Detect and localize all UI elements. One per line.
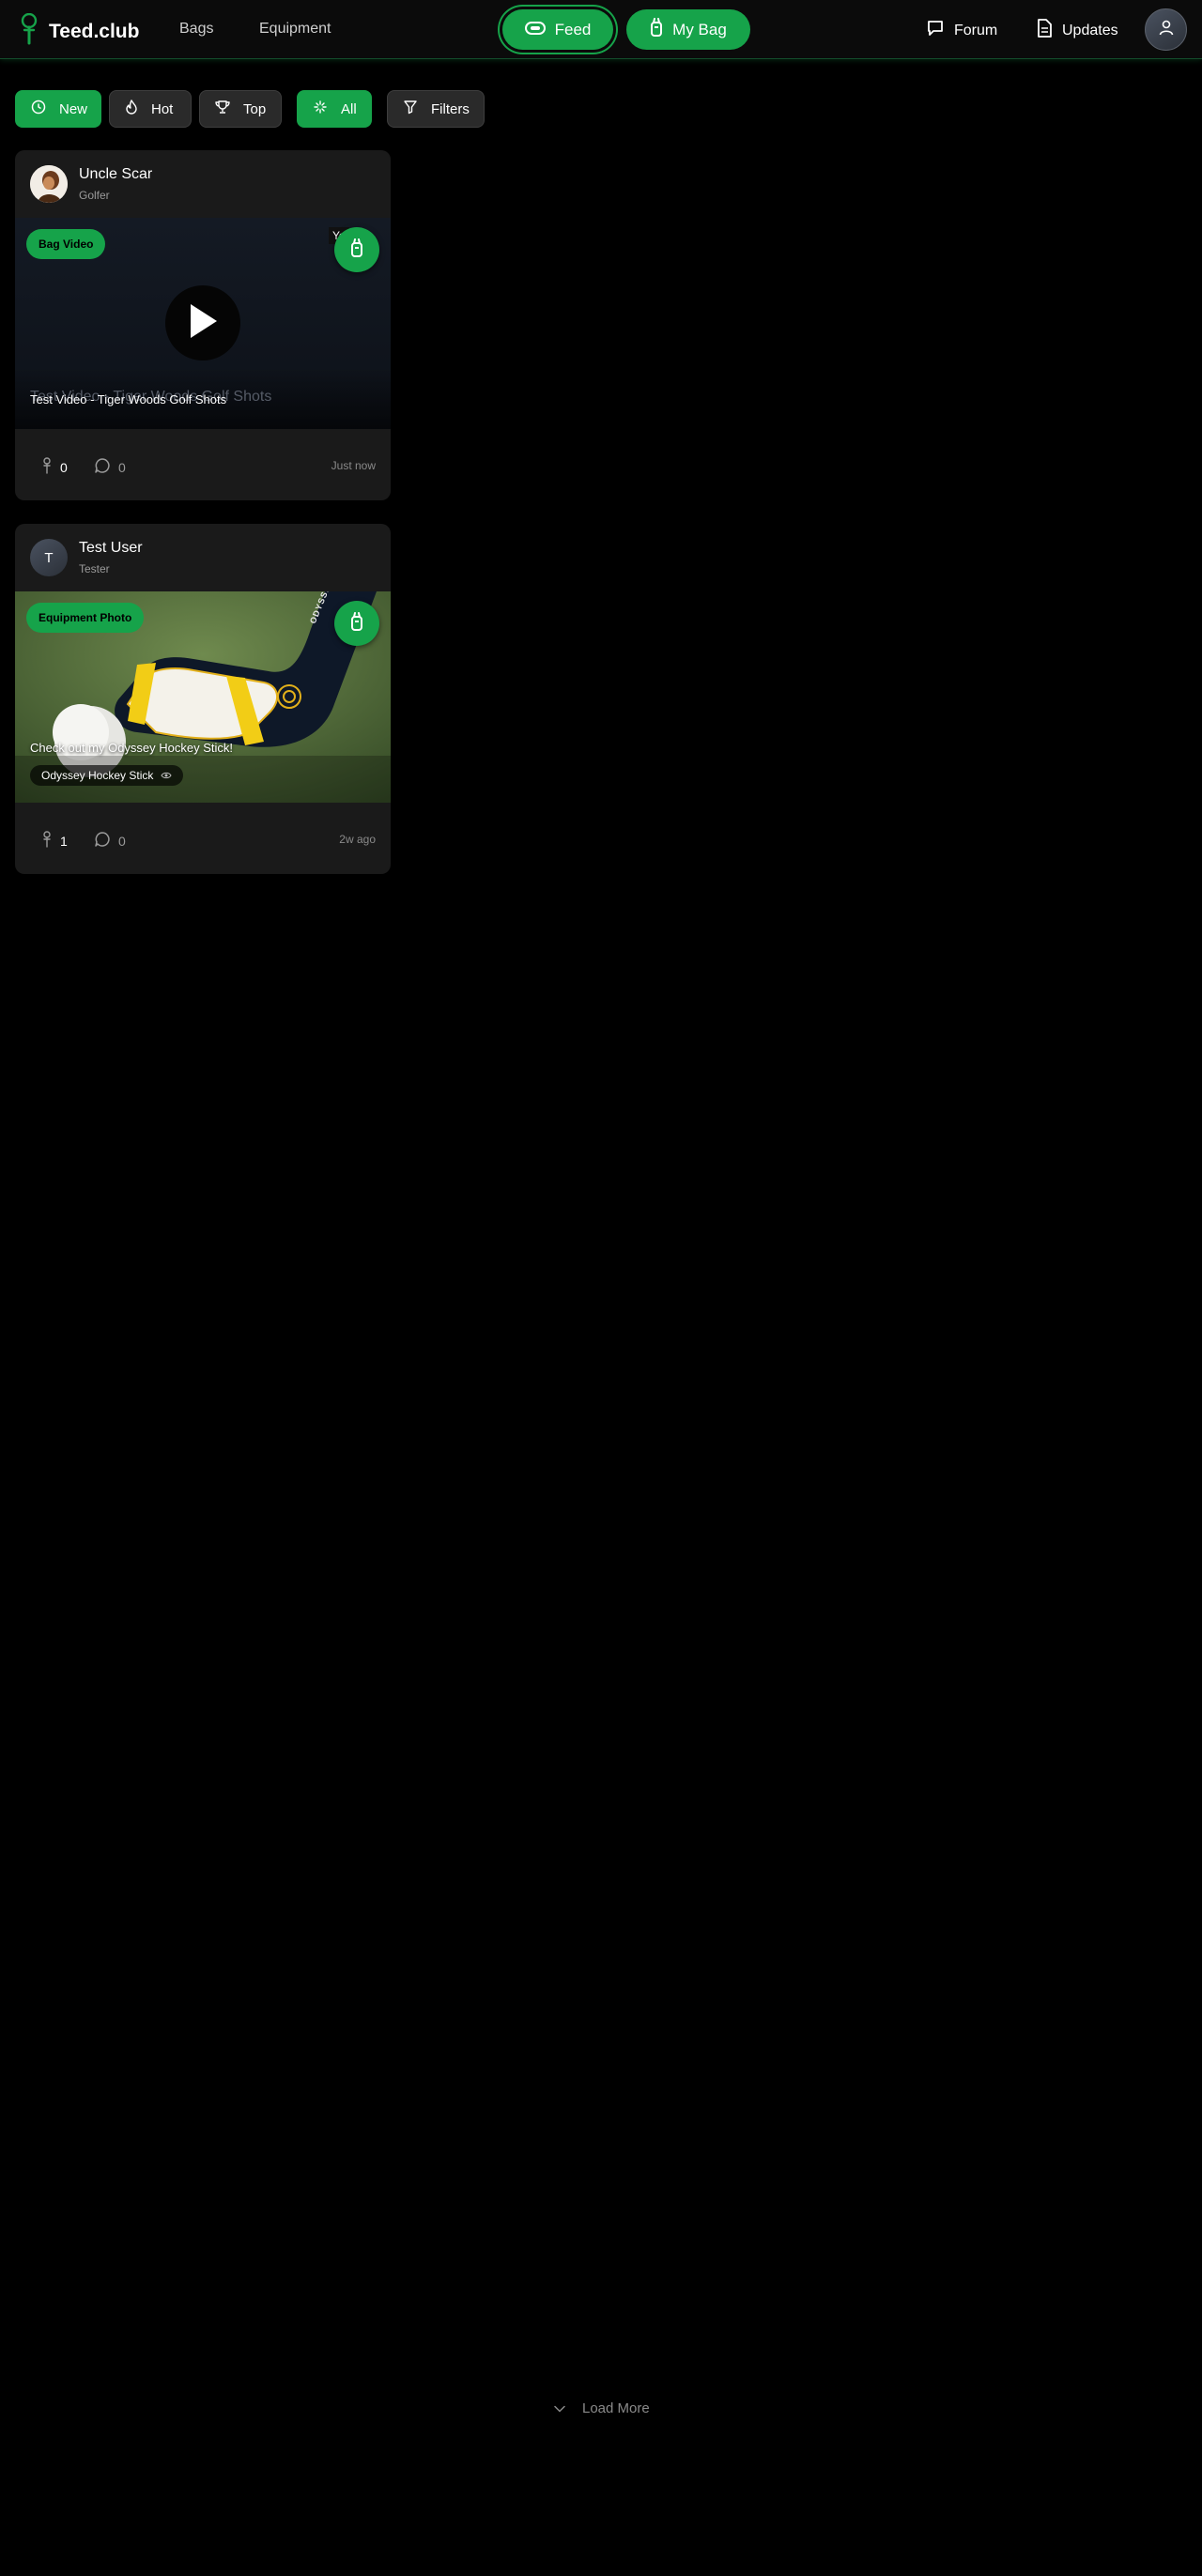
card-header: T Test User Tester: [15, 524, 391, 591]
comment-count: 0: [118, 459, 126, 475]
equipment-tag[interactable]: Odyssey Hockey Stick: [30, 765, 184, 786]
filter-all-button[interactable]: All: [297, 90, 372, 128]
tee-like-button[interactable]: 1: [41, 831, 68, 851]
post-type-badge: Bag Video: [26, 229, 106, 259]
card-footer: 1 0 2w ago: [15, 803, 391, 874]
my-bag-label: My Bag: [672, 20, 727, 38]
logo[interactable]: Teed.club: [19, 12, 140, 50]
like-count: 1: [60, 833, 68, 849]
nav-equipment[interactable]: Equipment: [259, 21, 331, 38]
feed-card[interactable]: T Test User Tester ODYSSEY Equipment Pho…: [15, 524, 391, 874]
feed-button[interactable]: Feed: [502, 9, 613, 50]
chevron-down-icon: [554, 2400, 565, 2416]
avatar-initial: T: [44, 549, 54, 566]
avatar[interactable]: T: [30, 539, 68, 576]
video-thumbnail[interactable]: Yo Bag Video Test Video - Tiger Woods Go…: [15, 218, 391, 429]
feed-label: Feed: [554, 20, 592, 38]
tee-logo-icon: [19, 12, 39, 50]
sort-new-button[interactable]: New: [15, 90, 101, 128]
sort-new-label: New: [59, 100, 88, 117]
sparkle-icon: [313, 100, 328, 118]
add-to-bag-button[interactable]: [334, 227, 379, 272]
card-footer: 0 0 Just now: [15, 429, 391, 500]
comment-count: 0: [118, 833, 126, 849]
user-name[interactable]: Test User: [79, 540, 143, 557]
sort-hot-button[interactable]: Hot: [109, 90, 192, 128]
equipment-tag-label: Odyssey Hockey Stick: [41, 769, 154, 782]
chat-bubble-icon: [926, 19, 945, 42]
post-time: 2w ago: [339, 833, 376, 846]
feed-card[interactable]: Uncle Scar Golfer Yo Bag Video Test Vide…: [15, 150, 391, 500]
filters-label: Filters: [431, 100, 470, 117]
tee-icon: [41, 457, 53, 477]
tee-icon: [41, 831, 53, 851]
equipment-photo[interactable]: ODYSSEY Equipment Photo Check out my Ody…: [15, 591, 391, 803]
load-more-button[interactable]: Load More: [554, 2400, 650, 2416]
funnel-icon: [403, 100, 418, 118]
comment-icon: [94, 457, 111, 477]
post-time: Just now: [331, 459, 376, 472]
top-nav: Teed.club Bags Equipment Feed My Bag For…: [0, 0, 1202, 59]
play-icon: [187, 302, 219, 345]
comment-button[interactable]: 0: [94, 457, 126, 477]
eye-icon: [161, 769, 172, 782]
play-button[interactable]: [165, 285, 240, 360]
profile-button[interactable]: [1145, 8, 1187, 51]
user-role: Tester: [79, 562, 110, 575]
clock-icon: [31, 100, 46, 118]
comment-button[interactable]: 0: [94, 831, 126, 851]
updates-label: Updates: [1062, 22, 1118, 38]
golf-bag-icon: [350, 238, 363, 262]
post-caption: Check out my Odyssey Hockey Stick!: [30, 741, 234, 755]
sort-hot-label: Hot: [151, 100, 174, 117]
logo-text: Teed.club: [49, 20, 140, 42]
filter-all-label: All: [341, 100, 357, 117]
nav-bags[interactable]: Bags: [179, 21, 213, 38]
user-icon: [1158, 19, 1175, 40]
feed-icon: [524, 21, 546, 39]
sort-top-label: Top: [243, 100, 267, 117]
user-name[interactable]: Uncle Scar: [79, 166, 152, 183]
trophy-icon: [215, 100, 230, 118]
comment-icon: [94, 831, 111, 851]
my-bag-button[interactable]: My Bag: [626, 9, 750, 50]
golf-bag-icon: [350, 611, 363, 636]
add-to-bag-button[interactable]: [334, 601, 379, 646]
load-more-label: Load More: [582, 2400, 650, 2416]
tee-like-button[interactable]: 0: [41, 457, 68, 477]
forum-label: Forum: [954, 22, 998, 38]
updates-link[interactable]: Updates: [1036, 19, 1118, 42]
golf-bag-icon: [650, 18, 663, 41]
flame-icon: [125, 100, 138, 118]
document-icon: [1036, 19, 1053, 42]
avatar[interactable]: [30, 165, 68, 203]
post-type-badge: Equipment Photo: [26, 603, 145, 633]
card-header: Uncle Scar Golfer: [15, 150, 391, 218]
post-caption: Test Video - Tiger Woods Golf Shots: [30, 392, 227, 406]
user-role: Golfer: [79, 189, 110, 202]
forum-link[interactable]: Forum: [926, 19, 997, 42]
like-count: 0: [60, 459, 68, 475]
filters-button[interactable]: Filters: [387, 90, 485, 128]
sort-top-button[interactable]: Top: [199, 90, 282, 128]
